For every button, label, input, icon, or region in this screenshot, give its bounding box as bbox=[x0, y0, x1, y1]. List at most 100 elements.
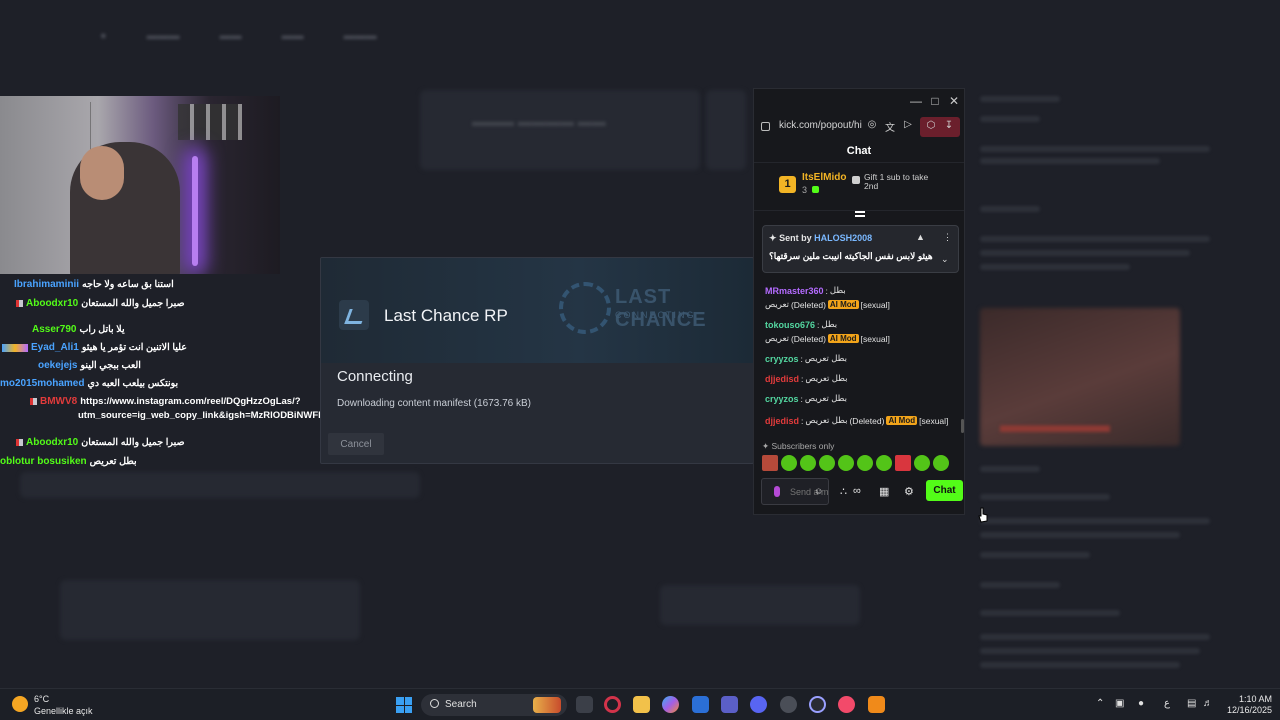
collapse-icon[interactable] bbox=[855, 211, 865, 217]
chat-user[interactable]: djjedisd bbox=[765, 374, 799, 384]
deleted-label: (Deleted) bbox=[849, 415, 885, 426]
subscribers-icon: ✦ bbox=[762, 441, 770, 451]
copilot-icon[interactable] bbox=[662, 696, 679, 713]
emote-icon[interactable] bbox=[800, 455, 816, 471]
chevron-down-icon[interactable]: ⌄ bbox=[941, 254, 949, 265]
server-brand: LAST CHANCE bbox=[615, 286, 707, 331]
chat-message-cont: تعريص (Deleted) AI Mod [sexual] bbox=[765, 299, 890, 310]
play-icon[interactable]: ▷ bbox=[901, 119, 915, 133]
steam-icon[interactable] bbox=[780, 696, 797, 713]
emoji-icon[interactable]: ☺ bbox=[814, 486, 823, 496]
volume-icon[interactable]: ♬ bbox=[1203, 698, 1213, 709]
overlay-chat-user: oblotur bosusiken bbox=[0, 456, 87, 467]
maximize-icon[interactable]: □ bbox=[928, 94, 942, 108]
music-app-icon[interactable] bbox=[838, 696, 855, 713]
background-card bbox=[60, 580, 360, 640]
deleted-label: (Deleted) bbox=[790, 299, 826, 310]
emote-icon[interactable] bbox=[876, 455, 892, 471]
show-hidden-icons[interactable]: ⌃ bbox=[1096, 698, 1104, 709]
store-icon[interactable]: ▦ bbox=[879, 485, 889, 498]
minimize-icon[interactable]: — bbox=[909, 94, 923, 108]
server-brand-sub: CONNECTING bbox=[615, 310, 696, 320]
taskbar-search[interactable]: Search bbox=[421, 694, 567, 716]
file-explorer-icon[interactable] bbox=[633, 696, 650, 713]
download-icon[interactable]: ↧ bbox=[942, 120, 956, 134]
led-light bbox=[192, 156, 198, 266]
microphone-icon[interactable] bbox=[774, 486, 780, 497]
chat-user[interactable]: cryyzos bbox=[765, 394, 799, 404]
task-view-icon[interactable] bbox=[576, 696, 593, 713]
clock[interactable]: 1:10 AM 12/16/2025 bbox=[1222, 694, 1272, 716]
fivem-icon[interactable] bbox=[868, 696, 885, 713]
more-options-icon[interactable]: ⋮ bbox=[943, 232, 952, 243]
background-line bbox=[980, 648, 1200, 654]
extension-icon[interactable]: ⬡ bbox=[924, 120, 938, 134]
microphone-tray-icon[interactable]: ● bbox=[1138, 698, 1144, 709]
settings-icon[interactable]: ⚙ bbox=[904, 485, 914, 498]
chat-user[interactable]: MRmaster360 bbox=[765, 286, 824, 296]
store-app-icon[interactable] bbox=[692, 696, 709, 713]
emote-icon[interactable] bbox=[895, 455, 911, 471]
emote-icon[interactable] bbox=[857, 455, 873, 471]
flag-icon bbox=[16, 300, 23, 307]
address-bar[interactable]: kick.com/popout/hi ◎ 文 ▷ ⬡ ↧ bbox=[754, 115, 964, 139]
obs-icon[interactable] bbox=[809, 696, 826, 713]
chat-user[interactable]: cryyzos bbox=[765, 354, 799, 364]
translate-icon[interactable]: 文 bbox=[883, 119, 897, 134]
emote-icon[interactable] bbox=[933, 455, 949, 471]
emote-icon[interactable] bbox=[914, 455, 930, 471]
chat-user[interactable]: djjedisd bbox=[765, 416, 799, 426]
extensions-area: ⬡ ↧ bbox=[920, 117, 960, 137]
tray-app-icon[interactable]: ▣ bbox=[1115, 698, 1124, 709]
input-language[interactable]: ع bbox=[1164, 698, 1170, 709]
network-icon[interactable]: ▤ bbox=[1187, 698, 1196, 709]
chat-message: cryyzos: بطل تعريص bbox=[765, 353, 847, 364]
chat-user[interactable]: tokouso676 bbox=[765, 320, 815, 330]
send-chat-button[interactable]: Chat bbox=[926, 480, 963, 501]
rank-badge: 1 bbox=[779, 176, 796, 193]
overlay-chat-row: BMWV8 https://www.instagram.com/reel/DQg… bbox=[30, 396, 301, 407]
start-button[interactable] bbox=[396, 697, 412, 713]
chat-scrollbar[interactable] bbox=[961, 419, 964, 433]
ai-mod-badge: AI Mod bbox=[827, 334, 859, 343]
emote-icon[interactable] bbox=[838, 455, 854, 471]
chat-text: بطل bbox=[821, 319, 838, 329]
overlay-chat-message: صبرا جميل والله المستعان bbox=[81, 437, 185, 448]
background-line bbox=[980, 146, 1210, 152]
background-poster-text: ▬▬▬▬▬ bbox=[1000, 412, 1110, 437]
discord-icon[interactable] bbox=[750, 696, 767, 713]
emote-icon[interactable] bbox=[781, 455, 797, 471]
window-titlebar: — □ ✕ bbox=[754, 89, 964, 115]
connection-status: Connecting bbox=[337, 368, 413, 385]
flag-icon bbox=[30, 398, 37, 405]
overlay-chat-message: بطل تعريص bbox=[89, 456, 137, 467]
close-icon[interactable]: ✕ bbox=[947, 94, 961, 108]
infinity-icon[interactable]: ∞ bbox=[853, 485, 861, 497]
weather-temperature: 6°C bbox=[34, 694, 50, 704]
gift-sub-icon bbox=[852, 176, 860, 184]
cancel-button[interactable]: Cancel bbox=[328, 433, 384, 455]
background-title: ▬▬▬ ▬▬▬▬ ▬▬ bbox=[472, 113, 606, 129]
gift-cta[interactable]: Gift 1 sub to take 2nd bbox=[864, 173, 928, 191]
background-line bbox=[980, 518, 1210, 524]
overlay-chat-message: العب ببجي الينو bbox=[80, 360, 141, 371]
chat-message-cont: تعريص (Deleted) AI Mod [sexual] bbox=[765, 333, 890, 344]
top-gifter-name[interactable]: ItsElMido bbox=[802, 172, 846, 183]
opera-icon[interactable] bbox=[604, 696, 621, 713]
emote-icon[interactable] bbox=[819, 455, 835, 471]
pinned-message: ✦ Sent by HALOSH2008 ▲ ⋮ هيثو لابس نفس ا… bbox=[762, 225, 959, 273]
teams-icon[interactable] bbox=[721, 696, 738, 713]
overlay-chat-user: Aboodxr10 bbox=[26, 437, 79, 448]
points-icon[interactable]: ∴ bbox=[840, 485, 847, 498]
subscribers-only-text: Subscribers only bbox=[771, 441, 835, 451]
windows-taskbar: 6°C Genellikle açık Search ⌃ ▣ ● ع ▤ ♬ 1… bbox=[0, 688, 1280, 720]
pinned-user[interactable]: HALOSH2008 bbox=[814, 233, 872, 243]
overlay-chat-message: بونتكس بيلعب العبه دي bbox=[87, 378, 179, 389]
emote-icon[interactable] bbox=[762, 455, 778, 471]
chat-message: tokouso676: بطل bbox=[765, 319, 838, 330]
unpin-icon[interactable]: ▲ bbox=[916, 232, 925, 242]
background-card bbox=[660, 585, 860, 625]
wall-frames bbox=[178, 104, 242, 140]
message-input-box[interactable]: ☺ bbox=[761, 478, 829, 505]
shield-icon[interactable]: ◎ bbox=[865, 119, 879, 133]
